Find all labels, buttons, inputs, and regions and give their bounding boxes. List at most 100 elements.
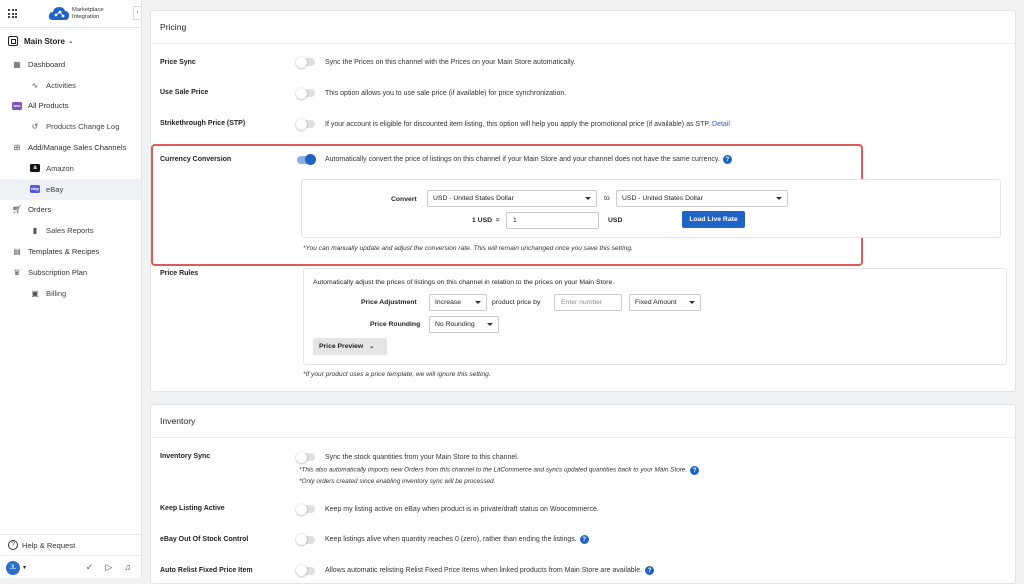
price-adjustment-select[interactable]: Increase	[429, 294, 487, 311]
inventory-sync-desc: Sync the stock quantities from your Main…	[325, 453, 519, 461]
collapse-sidebar-button[interactable]: ‹	[133, 6, 141, 20]
price-rounding-label: Price Rounding	[370, 321, 421, 328]
price-rounding-select[interactable]: No Rounding	[429, 316, 499, 333]
sidebar-item-label: All Products	[28, 101, 69, 111]
bell-icon[interactable]: ♫	[124, 562, 131, 573]
sidebar-item-dashboard[interactable]: ▦ Dashboard	[0, 54, 141, 75]
sidebar-item-sales-channels[interactable]: ⊞ Add/Manage Sales Channels	[0, 137, 141, 158]
check-circle-icon[interactable]: ✓	[86, 562, 94, 573]
activity-pulse-icon: ∿	[31, 80, 39, 90]
oos-control-toggle[interactable]	[296, 534, 315, 545]
adjust-mode-select[interactable]: Fixed Amount	[629, 294, 701, 311]
sidebar-item-billing[interactable]: ▣ Billing	[0, 283, 141, 304]
from-currency-value: USD - United States Dollar	[433, 195, 514, 202]
price-sync-row: Sync the Prices on this channel with the…	[296, 56, 575, 68]
price-rules-label: Price Rules	[160, 270, 199, 277]
sidebar-item-subscription[interactable]: ♛ Subscription Plan	[0, 262, 141, 283]
keep-active-toggle[interactable]	[296, 503, 315, 515]
sidebar-item-label: eBay	[46, 184, 64, 194]
rate-unit: USD	[608, 217, 623, 224]
avatar[interactable]: JL	[6, 560, 20, 575]
app-logo[interactable]: Marketplace Integration	[48, 6, 104, 21]
user-row: JL ▾ ✓ ▷ ♫	[0, 555, 141, 579]
video-icon[interactable]: ▷	[105, 562, 112, 573]
sidebar-item-amazon[interactable]: a Amazon	[0, 158, 141, 179]
caret-down-icon	[475, 301, 481, 304]
auto-relist-toggle[interactable]	[296, 565, 315, 576]
oos-control-row: Keep listings alive when quantity reache…	[296, 534, 589, 545]
stp-label: Strikethrough Price (STP)	[160, 120, 246, 127]
help-icon[interactable]: ?	[722, 155, 732, 164]
keep-active-desc: Keep my listing active on eBay when prod…	[325, 505, 599, 513]
currency-conversion-label: Currency Conversion	[160, 156, 232, 163]
sidebar-item-all-products[interactable]: woo All Products	[0, 96, 141, 117]
price-sync-toggle[interactable]	[296, 56, 315, 68]
inventory-sync-label: Inventory Sync	[160, 453, 211, 460]
help-request-link[interactable]: ? Help & Request	[0, 535, 141, 555]
ebay-icon: ebay	[30, 185, 40, 194]
auto-relist-row: Allows automatic relisting Relist Fixed …	[296, 565, 655, 576]
document-icon: ▤	[13, 247, 21, 257]
inventory-card: Inventory Inventory Sync Sync the stock …	[150, 404, 1016, 584]
sidebar-item-label: Subscription Plan	[28, 267, 88, 277]
rate-input[interactable]: 1	[506, 212, 599, 229]
to-currency-select[interactable]: USD - United States Dollar	[616, 190, 788, 207]
help-icon[interactable]: ?	[579, 535, 589, 544]
sidebar-item-label: Products Change Log	[46, 122, 120, 132]
sidebar-item-label: Billing	[46, 288, 67, 298]
inventory-sync-row: Sync the stock quantities from your Main…	[296, 451, 519, 463]
use-sale-price-label: Use Sale Price	[160, 89, 209, 96]
help-icon[interactable]: ?	[690, 466, 700, 475]
channels-icon: ⊞	[13, 143, 21, 153]
pricing-title: Pricing	[151, 11, 1015, 44]
caret-down-icon	[585, 197, 591, 200]
sidebar-item-label: Amazon	[46, 163, 74, 173]
price-rules-desc: Automatically adjust the prices of listi…	[313, 279, 615, 286]
sidebar: Marketplace Integration ‹ Main Store ⌄ ▦…	[0, 0, 142, 578]
keep-active-row: Keep my listing active on eBay when prod…	[296, 503, 599, 515]
amazon-icon: a	[30, 164, 40, 173]
sidebar-header: Marketplace Integration ‹	[0, 0, 141, 28]
stp-toggle[interactable]	[296, 118, 315, 130]
caret-down-icon[interactable]: ▾	[23, 564, 26, 571]
store-selector[interactable]: Main Store ⌄	[0, 28, 141, 54]
sidebar-item-label: Orders	[28, 205, 52, 215]
price-rules-box: Automatically adjust the prices of listi…	[303, 268, 1007, 365]
sidebar-item-sales-reports[interactable]: ▮ Sales Reports	[0, 220, 141, 241]
help-icon[interactable]: ?	[645, 566, 655, 575]
sidebar-item-label: Add/Manage Sales Channels	[28, 143, 127, 153]
dashboard-icon: ▦	[13, 59, 21, 69]
price-adjustment-value: Increase	[435, 299, 462, 306]
price-sync-label: Price Sync	[160, 59, 196, 66]
currency-conversion-toggle[interactable]	[297, 154, 316, 165]
auto-relist-label: Auto Relist Fixed Price Item	[160, 567, 253, 574]
sidebar-item-templates[interactable]: ▤ Templates & Recipes	[0, 241, 141, 262]
inventory-sync-toggle[interactable]	[296, 451, 315, 463]
convert-label: Convert	[391, 196, 417, 203]
sidebar-item-orders[interactable]: 🛒︎ Orders	[0, 200, 141, 221]
inventory-title: Inventory	[151, 405, 1015, 438]
history-icon: ↺	[31, 122, 39, 132]
sidebar-item-products-change-log[interactable]: ↺ Products Change Log	[0, 116, 141, 137]
question-icon: ?	[8, 540, 18, 550]
price-adjustment-label: Price Adjustment	[361, 299, 417, 306]
load-live-rate-button[interactable]: Load Live Rate	[682, 211, 745, 228]
pricing-card: Pricing Price Sync Sync the Prices on th…	[150, 10, 1016, 392]
to-currency-value: USD - United States Dollar	[622, 195, 703, 202]
sidebar-item-ebay[interactable]: ebay eBay	[0, 178, 141, 200]
caret-down-icon	[689, 301, 695, 304]
apps-grid-icon[interactable]	[8, 9, 18, 18]
price-preview-button[interactable]: Price Preview ⌄	[313, 338, 387, 355]
stp-desc: If your account is eligible for discount…	[325, 121, 730, 128]
price-preview-label: Price Preview	[319, 343, 364, 350]
stp-detail-link[interactable]: Detail	[712, 121, 730, 128]
from-currency-select[interactable]: USD - United States Dollar	[427, 190, 597, 207]
chevron-down-icon: ⌄	[369, 344, 375, 350]
sidebar-item-activities[interactable]: ∿ Activities	[0, 75, 141, 96]
adjust-number-input[interactable]: Enter number	[554, 294, 622, 311]
currency-conversion-row: Automatically convert the price of listi…	[297, 154, 732, 165]
oos-control-desc: Keep listings alive when quantity reache…	[325, 536, 577, 543]
bar-chart-icon: ▮	[32, 226, 38, 236]
stp-row: If your account is eligible for discount…	[296, 118, 730, 130]
use-sale-price-toggle[interactable]	[296, 87, 315, 99]
